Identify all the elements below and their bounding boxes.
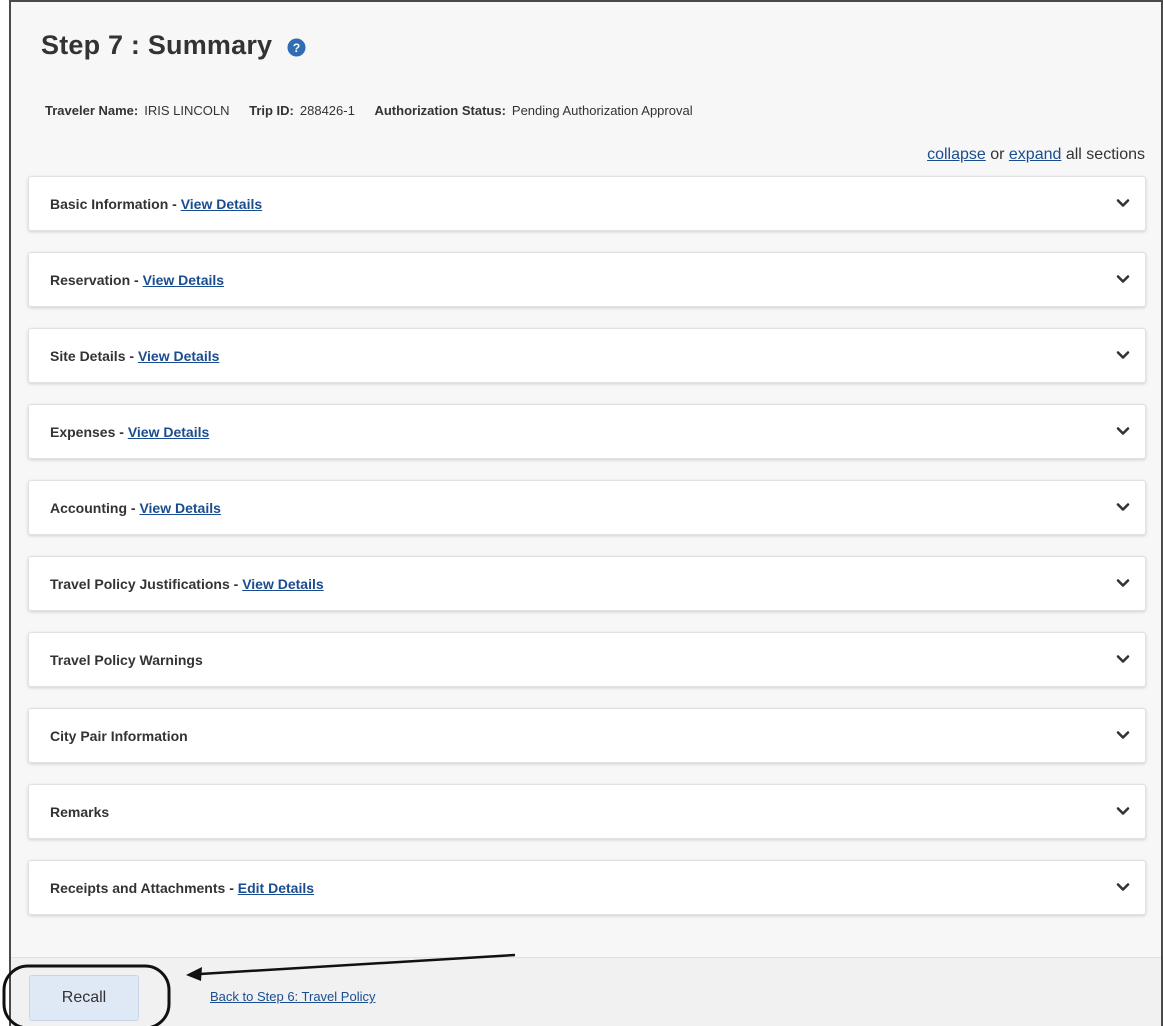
section-separator: - xyxy=(168,196,181,212)
section-accounting[interactable]: Accounting - View Details xyxy=(28,480,1146,535)
authorization-status-value: Pending Authorization Approval xyxy=(511,103,693,118)
recall-button[interactable]: Recall xyxy=(29,975,139,1021)
section-expenses[interactable]: Expenses - View Details xyxy=(28,404,1146,459)
svg-text:?: ? xyxy=(292,41,300,55)
chevron-down-icon[interactable] xyxy=(1116,424,1130,438)
section-details-link[interactable]: View Details xyxy=(139,500,220,516)
section-receipts-and-attachments[interactable]: Receipts and Attachments - Edit Details xyxy=(28,860,1146,915)
section-title: Basic Information xyxy=(50,196,169,212)
footer-bar: Recall Back to Step 6: Travel Policy xyxy=(11,957,1161,1026)
chevron-down-icon[interactable] xyxy=(1116,196,1130,210)
chevron-down-icon[interactable] xyxy=(1116,272,1130,286)
section-separator: - xyxy=(115,424,128,440)
section-title: Travel Policy Justifications xyxy=(50,576,230,592)
summary-frame: Step 7 : Summary ? Traveler Name: IRIS LI… xyxy=(9,0,1163,1026)
trip-id-value: 288426-1 xyxy=(299,103,355,118)
chevron-down-icon[interactable] xyxy=(1116,500,1130,514)
section-basic-information[interactable]: Basic Information - View Details xyxy=(28,176,1146,231)
section-title: Expenses xyxy=(50,424,116,440)
back-to-step-6-link[interactable]: Back to Step 6: Travel Policy xyxy=(210,989,375,1004)
section-header: Expenses - View Details xyxy=(50,424,209,440)
section-title: Receipts and Attachments xyxy=(50,880,226,896)
section-separator: - xyxy=(130,272,143,288)
section-title: Reservation xyxy=(50,272,131,288)
section-title: Site Details xyxy=(50,348,126,364)
section-header: Receipts and Attachments - Edit Details xyxy=(50,880,314,896)
authorization-status-label: Authorization Status: xyxy=(374,103,506,118)
traveler-name-value: IRIS LINCOLN xyxy=(144,103,230,118)
section-remarks[interactable]: Remarks xyxy=(28,784,1146,839)
section-separator: - xyxy=(125,348,138,364)
section-header: City Pair Information xyxy=(50,728,188,744)
section-details-link[interactable]: Edit Details xyxy=(238,880,314,896)
traveler-name-label: Traveler Name: xyxy=(45,103,139,118)
section-site-details[interactable]: Site Details - View Details xyxy=(28,328,1146,383)
section-header: Remarks xyxy=(50,804,109,820)
chevron-down-icon[interactable] xyxy=(1116,652,1130,666)
chevron-down-icon[interactable] xyxy=(1116,348,1130,362)
section-travel-policy-warnings[interactable]: Travel Policy Warnings xyxy=(28,632,1146,687)
section-title: Accounting xyxy=(50,500,127,516)
section-title: Travel Policy Warnings xyxy=(50,652,203,668)
section-list: Basic Information - View Details Reservat… xyxy=(28,176,1146,936)
collapse-all-link[interactable]: collapse xyxy=(927,146,986,163)
section-reservation[interactable]: Reservation - View Details xyxy=(28,252,1146,307)
section-city-pair-information[interactable]: City Pair Information xyxy=(28,708,1146,763)
question-circle-icon[interactable]: ? xyxy=(287,38,306,57)
section-header: Reservation - View Details xyxy=(50,272,224,288)
trip-meta: Traveler Name: IRIS LINCOLN Trip ID: 28842… xyxy=(45,103,709,118)
chevron-down-icon[interactable] xyxy=(1116,576,1130,590)
section-details-link[interactable]: View Details xyxy=(143,272,224,288)
section-header: Basic Information - View Details xyxy=(50,196,262,212)
page-title: Step 7 : Summary xyxy=(41,30,273,60)
or-text: or xyxy=(985,146,1009,163)
chevron-down-icon[interactable] xyxy=(1116,880,1130,894)
chevron-down-icon[interactable] xyxy=(1116,804,1130,818)
section-header: Travel Policy Justifications - View Deta… xyxy=(50,576,324,592)
collapse-expand-control: collapse or expand all sections xyxy=(927,146,1145,164)
section-details-link[interactable]: View Details xyxy=(138,348,219,364)
section-separator: - xyxy=(229,576,243,592)
section-title: City Pair Information xyxy=(50,728,188,744)
section-header: Travel Policy Warnings xyxy=(50,652,203,668)
page-header: Step 7 : Summary ? xyxy=(41,30,306,61)
trip-id-label: Trip ID: xyxy=(249,103,294,118)
section-separator: - xyxy=(225,880,238,896)
chevron-down-icon[interactable] xyxy=(1116,728,1130,742)
section-header: Accounting - View Details xyxy=(50,500,221,516)
expand-all-link[interactable]: expand xyxy=(1009,146,1062,163)
section-details-link[interactable]: View Details xyxy=(242,576,323,592)
all-sections-text: all sections xyxy=(1061,146,1145,163)
section-header: Site Details - View Details xyxy=(50,348,219,364)
section-details-link[interactable]: View Details xyxy=(128,424,209,440)
section-details-link[interactable]: View Details xyxy=(181,196,262,212)
section-travel-policy-justifications[interactable]: Travel Policy Justifications - View Deta… xyxy=(28,556,1146,611)
section-title: Remarks xyxy=(50,804,110,820)
section-separator: - xyxy=(127,500,140,516)
